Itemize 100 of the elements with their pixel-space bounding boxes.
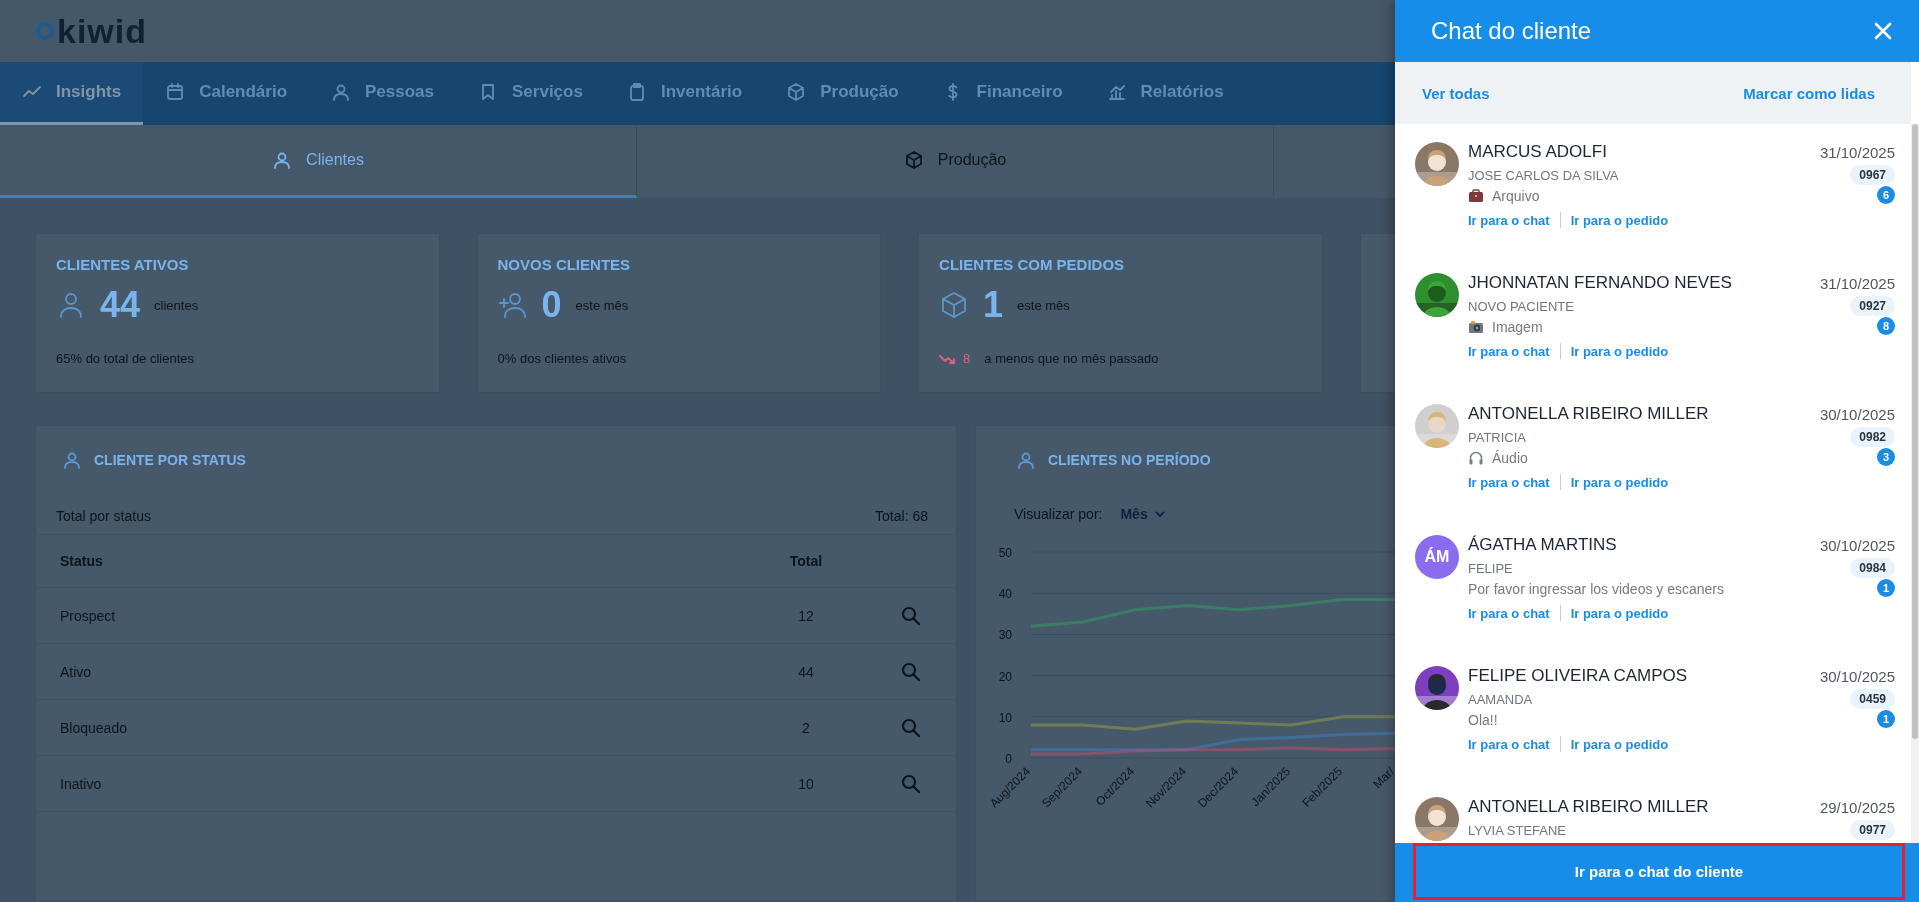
nav-tab[interactable]: Insights xyxy=(0,62,144,125)
contact-name: ANTONELLA RIBEIRO MILLER xyxy=(1468,797,1709,817)
camera-icon xyxy=(1468,319,1484,335)
person-icon xyxy=(1016,450,1036,470)
axis-label: 10 xyxy=(998,710,1012,725)
message-preview: Áudio xyxy=(1492,450,1528,466)
column-header: Total xyxy=(788,553,824,569)
message-preview: Ola!! xyxy=(1468,712,1498,728)
message-date: 30/10/2025 xyxy=(1819,536,1895,554)
link[interactable]: Ir para o pedido xyxy=(1570,343,1669,359)
contact-name: ÁGATHA MARTINS xyxy=(1468,535,1617,555)
avatar: ÁM xyxy=(1415,535,1459,579)
link[interactable]: Ir para o pedido xyxy=(1570,212,1669,228)
action-link[interactable]: Ver todas xyxy=(1422,84,1490,102)
briefcase-icon xyxy=(1468,188,1484,204)
stat-value: 44 xyxy=(100,284,141,326)
scrollbar[interactable] xyxy=(1911,124,1919,843)
contact-subtitle: JOSE CARLOS DA SILVA xyxy=(1468,167,1619,183)
unread-count: 8 xyxy=(1877,316,1895,335)
logo-text: kiwid xyxy=(57,11,148,51)
cube-icon xyxy=(903,150,924,170)
chat-button[interactable]: Ir para o chat do cliente xyxy=(1413,843,1905,900)
message-date: 31/10/2025 xyxy=(1819,143,1895,161)
contact-name: MARCUS ADOLFI xyxy=(1468,142,1607,162)
headphones-icon xyxy=(1468,450,1484,466)
calendar-icon xyxy=(165,82,186,102)
sub-tab[interactable]: Clientes xyxy=(0,125,637,198)
close-icon xyxy=(1873,21,1893,41)
contact-subtitle: NOVO PACIENTE xyxy=(1468,298,1574,314)
link[interactable]: Ir para o chat xyxy=(1468,605,1550,621)
column-header: Status xyxy=(59,553,104,569)
view-label: Visualizar por: xyxy=(1014,506,1103,522)
stat-unit: este mês xyxy=(1017,297,1070,313)
stat-value: 1 xyxy=(983,284,1004,326)
nav-tab[interactable]: Serviços xyxy=(456,62,605,125)
link[interactable]: Ir para o pedido xyxy=(1570,474,1669,490)
change-value: 8 xyxy=(963,351,971,366)
search-icon[interactable] xyxy=(901,661,921,682)
message-preview: Imagem xyxy=(1492,319,1543,335)
order-number: 0967 xyxy=(1850,165,1895,185)
unread-count: 1 xyxy=(1877,709,1895,728)
link[interactable]: Ir para o pedido xyxy=(1570,605,1669,621)
unread-count: 1 xyxy=(1877,578,1895,597)
message-date: 30/10/2025 xyxy=(1819,405,1895,423)
contact-subtitle: AAMANDA xyxy=(1468,691,1533,707)
order-number: 0977 xyxy=(1850,820,1895,840)
axis-label: 50 xyxy=(998,546,1012,560)
nav-tab[interactable]: Relatórios xyxy=(1084,62,1246,125)
order-number: 0459 xyxy=(1850,689,1895,709)
unread-count: 6 xyxy=(1877,185,1895,204)
sub-tab[interactable]: Produção xyxy=(637,125,1274,198)
contact-name: ANTONELLA RIBEIRO MILLER xyxy=(1468,404,1709,424)
card-title: CLIENTES COM PEDIDOS xyxy=(939,256,1126,273)
person-icon xyxy=(272,150,293,170)
card-footnote: 65% do total de clientes xyxy=(56,351,195,366)
search-icon[interactable] xyxy=(901,717,921,738)
cube-icon xyxy=(786,82,807,102)
message-preview: Por favor ingressar los videos y escaners xyxy=(1468,581,1724,597)
table-cell-text: 12 xyxy=(797,607,815,624)
contact-name: JHONNATAN FERNANDO NEVES xyxy=(1468,273,1732,293)
chevron-down-icon xyxy=(1153,508,1166,520)
summary-total: Total: 68 xyxy=(875,508,928,524)
contact-subtitle: LYVIA STEFANE xyxy=(1468,822,1567,838)
link[interactable]: Ir para o chat xyxy=(1468,212,1550,228)
card-footnote: a menos que no mês passado xyxy=(984,351,1159,366)
person-icon xyxy=(331,82,352,102)
table-cell-text: Ativo xyxy=(59,663,93,680)
link[interactable]: Ir para o pedido xyxy=(1570,736,1669,752)
link[interactable]: Ir para o chat xyxy=(1468,736,1550,752)
nav-tab[interactable]: Produção xyxy=(764,62,921,125)
contact-subtitle: FELIPE xyxy=(1468,560,1513,576)
link[interactable]: Ir para o chat xyxy=(1468,343,1550,359)
bar-chart-icon xyxy=(1106,82,1127,102)
link[interactable]: Ir para o chat xyxy=(1468,474,1550,490)
order-number: 0982 xyxy=(1850,427,1895,447)
person-icon xyxy=(62,450,82,470)
nav-tab[interactable]: Pessoas xyxy=(309,62,457,125)
table-cell-text: 10 xyxy=(797,775,815,792)
axis-label: 30 xyxy=(998,628,1012,643)
panel-title: CLIENTES NO PERÍODO xyxy=(1048,452,1211,468)
card-title: CLIENTES ATIVOS xyxy=(56,256,190,273)
stat-unit: este mês xyxy=(575,297,629,313)
search-icon[interactable] xyxy=(901,773,921,794)
action-link[interactable]: Marcar como lidas xyxy=(1743,84,1875,102)
table-cell-text: Bloqueado xyxy=(59,719,128,736)
nav-tab[interactable]: Calendário xyxy=(143,62,310,125)
contact-name: FELIPE OLIVEIRA CAMPOS xyxy=(1468,666,1688,686)
search-icon[interactable] xyxy=(901,605,921,626)
card-title: NOVOS CLIENTES xyxy=(497,256,632,273)
contact-subtitle: PATRICIA xyxy=(1468,429,1527,445)
nav-tab[interactable]: Financeiro xyxy=(920,62,1085,125)
stat-value: 0 xyxy=(541,284,562,326)
axis-label: 0 xyxy=(1005,752,1012,766)
axis-label: 40 xyxy=(998,587,1012,602)
message-date: 30/10/2025 xyxy=(1819,667,1895,685)
add-person-icon xyxy=(497,290,528,320)
nav-tab[interactable]: Inventário xyxy=(604,62,765,125)
period-dropdown[interactable]: Mês xyxy=(1120,506,1166,522)
order-number: 0927 xyxy=(1850,296,1895,316)
order-number: 0984 xyxy=(1850,558,1895,578)
